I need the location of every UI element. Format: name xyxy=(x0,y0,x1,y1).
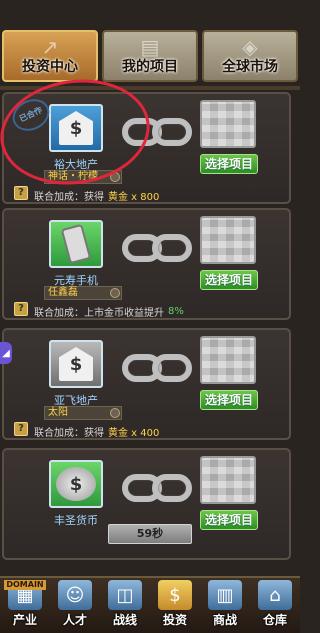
bonus-label: 联合加成：获得 xyxy=(34,427,104,439)
bonus-text: 联合加成：获得 黄金 x 400 xyxy=(34,424,160,439)
bonus-label: 联合加成：获得 xyxy=(34,191,104,203)
owner-name: 太阳 xyxy=(48,407,68,418)
empty-project-slot[interactable] xyxy=(200,336,256,384)
nav-frontline[interactable]: ◫ 战线 xyxy=(102,578,148,632)
owner-field[interactable]: 任鑫磊 xyxy=(44,286,122,300)
building-icon: ▥ xyxy=(208,580,242,610)
search-icon[interactable] xyxy=(110,288,120,298)
domain-tag: DOMAIN xyxy=(4,580,46,590)
floating-assistant-icon[interactable]: ◢ xyxy=(0,342,12,364)
nav-talent[interactable]: ☺ 人才 xyxy=(52,578,98,632)
bank-icon[interactable]: $ xyxy=(49,340,103,388)
bonus-value: 黄金 x 800 xyxy=(108,191,160,203)
nav-warehouse[interactable]: ⌂ 仓库 xyxy=(252,578,298,632)
countdown-timer: 59秒 xyxy=(108,524,192,544)
coins-icon[interactable]: $ xyxy=(49,460,103,508)
project-card: $ 亚飞地产 太阳 选择项目 ? 联合加成：获得 黄金 x 400 xyxy=(2,328,291,440)
money-bag-icon: $ xyxy=(158,580,192,610)
nav-label: 战线 xyxy=(112,613,137,627)
tab-my-projects[interactable]: ▤ 我的项目 xyxy=(102,30,198,82)
owner-name: 任鑫磊 xyxy=(48,287,78,298)
map-icon: ◫ xyxy=(108,580,142,610)
nav-label: 商战 xyxy=(212,613,237,627)
bottom-nav: ▦ DOMAIN 产业 ☺ 人才 ◫ 战线 $ 投资 ▥ 商战 ⌂ 仓库 xyxy=(0,576,300,633)
tab-label: 全球市场 xyxy=(222,59,278,75)
owner-field[interactable]: 太阳 xyxy=(44,406,122,420)
select-project-button[interactable]: 选择项目 xyxy=(200,510,258,530)
dollar-icon: $ xyxy=(59,347,93,381)
empty-project-slot[interactable] xyxy=(200,456,256,504)
tab-label: 我的项目 xyxy=(122,59,178,75)
select-project-button[interactable]: 选择项目 xyxy=(200,390,258,410)
chain-link-icon xyxy=(122,474,192,502)
bonus-text: 联合加成：上市金币收益提升 8% xyxy=(34,304,184,319)
nav-invest[interactable]: $ 投资 xyxy=(152,578,198,632)
empty-project-slot[interactable] xyxy=(200,216,256,264)
help-icon[interactable]: ? xyxy=(14,422,28,436)
help-icon[interactable]: ? xyxy=(14,186,28,200)
chain-link-icon xyxy=(122,234,192,262)
chain-link-icon xyxy=(122,354,192,382)
help-icon[interactable]: ? xyxy=(14,302,28,316)
search-icon[interactable] xyxy=(110,408,120,418)
nav-label: 产业 xyxy=(12,613,37,627)
project-name: 丰圣货币 xyxy=(54,514,98,527)
nav-label: 投资 xyxy=(162,613,187,627)
top-tabs: ↗ 投资中心 ▤ 我的项目 ◈ 全球市场 xyxy=(0,30,300,86)
tab-label: 投资中心 xyxy=(22,59,78,75)
empty-project-slot[interactable] xyxy=(200,100,256,148)
bonus-value: 黄金 x 400 xyxy=(108,427,160,439)
bonus-value: 8% xyxy=(168,305,184,317)
phone-icon[interactable] xyxy=(49,220,103,268)
select-project-button[interactable]: 选择项目 xyxy=(200,270,258,290)
person-icon: ☺ xyxy=(58,580,92,610)
nav-label: 仓库 xyxy=(262,613,287,627)
tab-investment-center[interactable]: ↗ 投资中心 xyxy=(2,30,98,82)
bonus-text: 联合加成：获得 黄金 x 800 xyxy=(34,188,160,203)
tab-global-market[interactable]: ◈ 全球市场 xyxy=(202,30,298,82)
bonus-label: 联合加成：上市金币收益提升 xyxy=(34,307,164,319)
nav-label: 人才 xyxy=(62,613,87,627)
project-card: 元寿手机 任鑫磊 选择项目 ? 联合加成：上市金币收益提升 8% xyxy=(2,208,291,320)
nav-business-war[interactable]: ▥ 商战 xyxy=(202,578,248,632)
warehouse-icon: ⌂ xyxy=(258,580,292,610)
select-project-button[interactable]: 选择项目 xyxy=(200,154,258,174)
nav-industry[interactable]: ▦ DOMAIN 产业 xyxy=(2,578,48,632)
